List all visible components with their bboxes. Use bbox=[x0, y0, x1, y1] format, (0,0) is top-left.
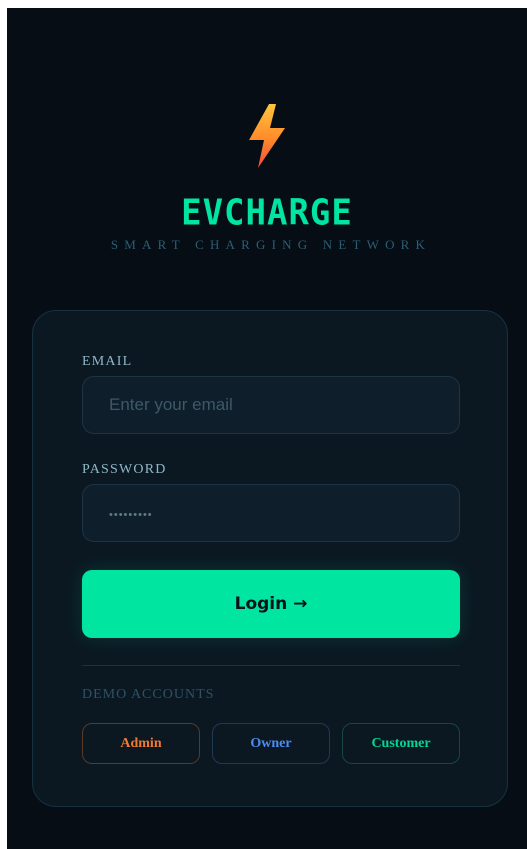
login-button[interactable]: Login → bbox=[82, 570, 460, 638]
demo-accounts-label: DEMO ACCOUNTS bbox=[82, 687, 215, 702]
login-button-label: Login → bbox=[234, 594, 308, 614]
logo bbox=[7, 104, 527, 168]
password-input[interactable] bbox=[82, 484, 460, 542]
demo-owner-button[interactable]: Owner bbox=[212, 723, 330, 764]
email-input[interactable] bbox=[82, 376, 460, 434]
login-card: EMAIL PASSWORD Login → DEMO ACCOUNTS Adm… bbox=[32, 310, 508, 807]
demo-owner-label: Owner bbox=[250, 735, 292, 751]
demo-admin-button[interactable]: Admin bbox=[82, 723, 200, 764]
brand-name: EVCHARGE bbox=[181, 192, 353, 234]
demo-customer-label: Customer bbox=[371, 735, 431, 751]
demo-customer-button[interactable]: Customer bbox=[342, 723, 460, 764]
lightning-bolt-icon bbox=[249, 104, 285, 168]
password-label: PASSWORD bbox=[82, 462, 167, 477]
email-label: EMAIL bbox=[82, 354, 133, 369]
demo-admin-label: Admin bbox=[120, 735, 162, 751]
divider bbox=[82, 665, 460, 666]
login-screen: EVCHARGE SMART CHARGING NETWORK EMAIL PA… bbox=[7, 8, 527, 849]
brand-tagline: SMART CHARGING NETWORK bbox=[110, 237, 432, 252]
